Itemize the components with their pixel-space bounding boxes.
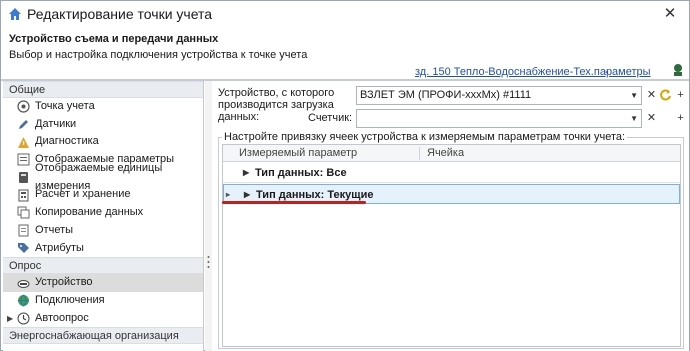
counter-label: Счетчик:: [308, 112, 353, 124]
header-title: Устройство съема и передачи данных: [9, 33, 219, 45]
units-icon: [19, 172, 28, 184]
sidebar-item-label: Автоопрос: [35, 311, 89, 324]
sidebar-item-label: Отчеты: [35, 223, 74, 236]
sidebar-item-label: Датчики: [35, 117, 77, 130]
add-counter-button[interactable]: +: [673, 109, 688, 128]
pane-splitter[interactable]: [205, 81, 212, 351]
edit-point-window: Редактирование точки учета ✕ Устройство …: [0, 0, 690, 351]
sidebar-item-label: Устройство: [35, 276, 93, 289]
tag-icon: [18, 242, 29, 253]
sidebar-item-label: Копирование данных: [35, 206, 144, 219]
sidebar-item-meter-point[interactable]: Точка учета: [3, 98, 203, 116]
splitter-grip-icon[interactable]: [207, 255, 210, 269]
sidebar-item-sensors[interactable]: Датчики: [3, 116, 203, 134]
device-settings-pane: Устройство, с которого производится загр…: [212, 81, 689, 351]
cells-grid: Измеряемый параметр Ячейка ▶ Тип данных:…: [222, 144, 681, 347]
app-home-icon: [9, 8, 21, 20]
sidebar-item-label: Точка учета: [35, 100, 95, 112]
clear-counter-button[interactable]: ✕: [644, 109, 659, 128]
chevron-down-icon[interactable]: ▼: [630, 87, 638, 104]
column-header-cell[interactable]: Ячейка: [423, 145, 464, 162]
warning-icon: [18, 136, 29, 148]
sidebar-item-label: Расчет и хранение: [35, 188, 131, 201]
device-select[interactable]: ВЗЛЕТ ЭМ (ПРОФИ-xxxMx) #1111 ▼: [356, 86, 642, 105]
sidebar-item-reports[interactable]: Отчеты: [3, 222, 203, 240]
expand-arrow-icon[interactable]: ▶: [243, 163, 249, 183]
expand-arrow-icon[interactable]: ▶: [7, 310, 13, 328]
resource-icon: [674, 64, 682, 76]
cells-binding-legend: Настройте привязку ячеек устройства к из…: [222, 131, 628, 143]
clear-device-button[interactable]: ✕: [644, 86, 659, 105]
header-subtitle: Выбор и настройка подключения устройства…: [9, 49, 308, 61]
clock-icon: [17, 312, 30, 325]
nav-group-supplier: Энергоснабжающая организация: [3, 327, 203, 345]
table-row[interactable]: ▶ Тип данных: Все: [223, 163, 680, 183]
row-label: Тип данных: Все: [255, 167, 347, 179]
chevron-down-icon[interactable]: ▼: [630, 110, 638, 127]
report-icon: [18, 224, 29, 237]
close-button[interactable]: ✕: [661, 5, 679, 23]
list-icon: [17, 153, 30, 166]
sidebar-item-label: Диагностика: [35, 135, 99, 148]
column-header-parameter[interactable]: Измеряемый параметр: [235, 145, 357, 162]
pencil-icon: [19, 120, 28, 130]
annotation-underline: [222, 201, 366, 204]
sidebar-item-attributes[interactable]: Атрибуты: [3, 240, 203, 258]
sidebar-nav: Общие Точка учета Датчики Диагностика От…: [3, 81, 204, 351]
refresh-icon[interactable]: [659, 88, 672, 102]
copy-icon: [17, 206, 30, 219]
sidebar-item-units[interactable]: Отображаемые единицы измерения: [3, 162, 203, 192]
meter-point-icon: [17, 100, 30, 113]
page-header: Устройство съема и передачи данных Выбор…: [1, 27, 689, 90]
add-device-button[interactable]: +: [673, 86, 688, 105]
sidebar-item-device[interactable]: Устройство: [3, 274, 203, 292]
title-bar: Редактирование точки учета ✕: [1, 1, 689, 27]
nav-group-general: Общие: [3, 81, 203, 98]
window-title: Редактирование точки учета: [27, 6, 213, 22]
globe-icon: [18, 294, 29, 307]
device-select-value: ВЗЛЕТ ЭМ (ПРОФИ-xxxMx) #1111: [360, 89, 532, 101]
grid-header: Измеряемый параметр Ячейка: [223, 145, 680, 162]
sidebar-item-label: Атрибуты: [35, 241, 84, 254]
counter-select[interactable]: ▼: [356, 109, 642, 128]
sidebar-item-copy-data[interactable]: Копирование данных: [3, 204, 203, 222]
sidebar-item-diagnostics[interactable]: Диагностика: [3, 133, 203, 151]
nav-group-polling: Опрос: [3, 257, 203, 275]
sidebar-item-connections[interactable]: Подключения: [3, 292, 203, 310]
calculator-icon: [18, 189, 29, 202]
column-separator[interactable]: [419, 147, 420, 160]
sidebar-item-label: Подключения: [35, 293, 105, 306]
sidebar-item-calculation[interactable]: Расчет и хранение: [3, 186, 203, 204]
sidebar-item-autopoll[interactable]: ▶ Автоопрос: [3, 310, 203, 328]
device-icon: [17, 279, 30, 288]
